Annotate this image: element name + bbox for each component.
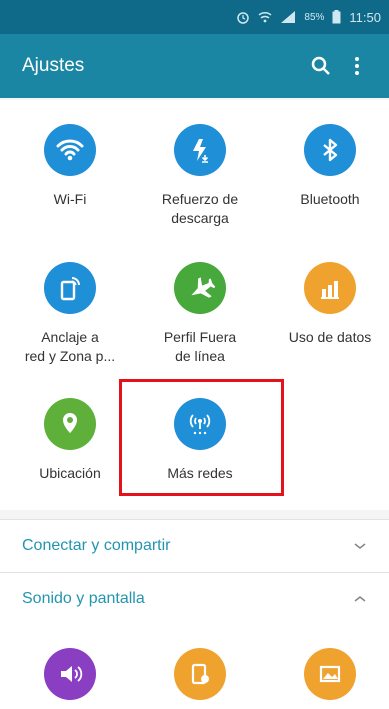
section-title: Conectar y compartir xyxy=(22,537,171,554)
battery-text: 85% xyxy=(304,11,325,23)
location-icon xyxy=(44,398,96,450)
airplane-icon xyxy=(174,262,226,314)
page-title: Ajustes xyxy=(22,55,85,76)
section-title: Sonido y pantalla xyxy=(22,590,145,607)
tile-wifi[interactable]: Wi-Fi xyxy=(10,124,130,209)
tile-label: Wi-Fi xyxy=(53,191,87,207)
section-conectar-compartir[interactable]: Conectar y compartir xyxy=(0,520,389,572)
tile-airplane-mode[interactable]: Perfil Fuera de línea xyxy=(140,262,260,366)
tile-notification-panel[interactable] xyxy=(140,648,260,700)
wifi-icon xyxy=(44,124,96,176)
chevron-down-icon xyxy=(354,543,366,550)
tile-label: Bluetooth xyxy=(300,191,360,207)
tile-label: Más redes xyxy=(167,465,233,481)
sound-icon xyxy=(44,648,96,700)
tile-bluetooth[interactable]: Bluetooth xyxy=(270,124,389,209)
tile-label: Anclaje a red y Zona p... xyxy=(24,329,116,364)
status-bar: 85% 11:50 xyxy=(0,0,389,34)
tile-label: Ubicación xyxy=(39,465,101,481)
tile-label: Uso de datos xyxy=(288,329,372,345)
more-options-button[interactable] xyxy=(339,46,375,86)
tile-sound[interactable] xyxy=(10,648,130,700)
battery-icon xyxy=(332,10,341,24)
notification-panel-icon xyxy=(174,648,226,700)
tile-download-booster[interactable]: Refuerzo de descarga xyxy=(140,124,260,228)
chevron-up-icon xyxy=(354,595,366,602)
tile-label: Perfil Fuera de línea xyxy=(163,329,237,364)
bluetooth-icon xyxy=(304,124,356,176)
search-icon xyxy=(311,56,330,75)
download-booster-icon xyxy=(174,124,226,176)
search-button[interactable] xyxy=(303,46,339,86)
tile-tethering[interactable]: Anclaje a red y Zona p... xyxy=(10,262,130,366)
app-bar: Ajustes xyxy=(0,34,389,98)
data-usage-icon xyxy=(304,262,356,314)
more-networks-icon xyxy=(174,398,226,450)
wifi-icon xyxy=(258,10,272,24)
tile-location[interactable]: Ubicación xyxy=(10,398,130,483)
tethering-icon xyxy=(44,262,96,314)
more-vert-icon xyxy=(355,57,359,75)
tile-data-usage[interactable]: Uso de datos xyxy=(270,262,389,347)
tile-label: Refuerzo de descarga xyxy=(161,191,239,226)
tile-more-networks[interactable]: Más redes xyxy=(140,398,260,483)
signal-icon xyxy=(280,10,296,24)
alarm-icon xyxy=(236,10,250,24)
wallpaper-icon xyxy=(304,648,356,700)
tile-wallpaper[interactable] xyxy=(270,648,389,700)
status-time: 11:50 xyxy=(349,9,381,25)
